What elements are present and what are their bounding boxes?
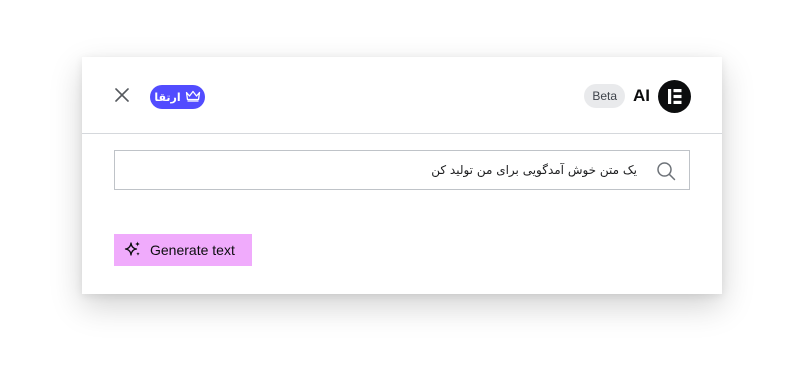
ai-dialog: ارتقا Beta AI یک متن خوش آمدگویی برای من… bbox=[82, 57, 722, 294]
generate-text-label: Generate text bbox=[150, 242, 235, 258]
close-icon[interactable] bbox=[112, 85, 132, 105]
dialog-header: ارتقا Beta AI bbox=[82, 57, 722, 134]
search-icon bbox=[655, 160, 677, 182]
elementor-logo-icon bbox=[658, 79, 691, 113]
beta-badge: Beta bbox=[584, 84, 625, 108]
sparkles-icon bbox=[124, 240, 142, 261]
crown-icon bbox=[185, 90, 201, 105]
prompt-field bbox=[114, 150, 690, 190]
brand: Beta AI bbox=[584, 79, 691, 113]
prompt-input[interactable] bbox=[137, 151, 637, 189]
upgrade-button[interactable]: ارتقا bbox=[150, 85, 205, 109]
page-title: AI bbox=[633, 86, 650, 105]
generate-text-button[interactable]: Generate text bbox=[114, 234, 252, 266]
upgrade-label: ارتقا bbox=[154, 91, 181, 104]
